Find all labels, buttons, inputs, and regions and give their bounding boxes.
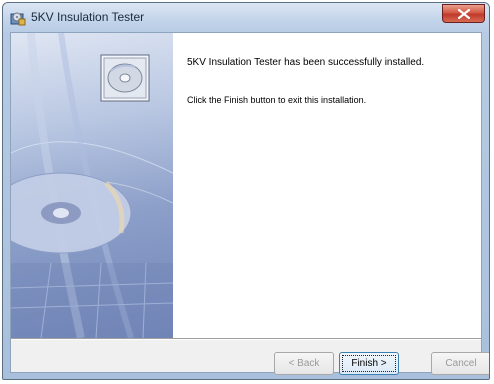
cd-icon [100, 54, 150, 102]
content-panel: 5KV Insulation Tester has been successfu… [11, 33, 481, 338]
installer-icon [9, 9, 27, 27]
close-icon [458, 9, 470, 19]
back-button[interactable]: < Back [274, 352, 334, 375]
button-separator [11, 338, 481, 340]
success-message: 5KV Insulation Tester has been successfu… [187, 57, 425, 68]
installer-window: 5KV Insulation Tester 5KV Insulation Tes… [2, 2, 490, 380]
instruction-message: Click the Finish button to exit this ins… [187, 95, 367, 105]
dialog-client-area: 5KV Insulation Tester has been successfu… [10, 32, 489, 375]
window-title: 5KV Insulation Tester [31, 10, 145, 24]
title-bar[interactable]: 5KV Insulation Tester [3, 3, 489, 33]
finish-button[interactable]: Finish > [339, 352, 399, 375]
installer-side-banner [11, 33, 173, 338]
close-button[interactable] [442, 4, 485, 23]
focus-rectangle [342, 355, 396, 372]
cancel-button[interactable]: Cancel [431, 352, 489, 375]
